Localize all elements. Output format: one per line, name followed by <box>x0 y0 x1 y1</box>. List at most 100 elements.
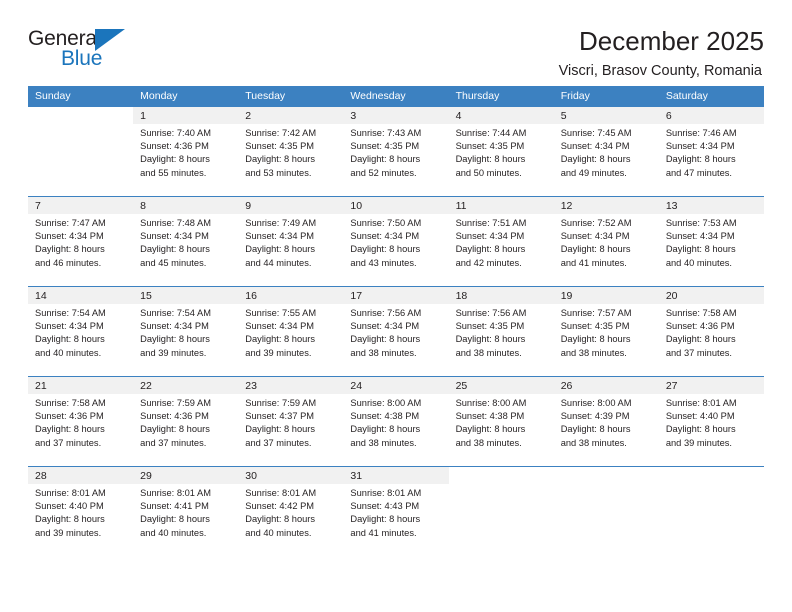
sunset-text: Sunset: 4:34 PM <box>35 321 104 332</box>
daylight-text-line1: Daylight: 8 hours <box>140 334 210 345</box>
sunrise-text: Sunrise: 8:00 AM <box>560 398 632 408</box>
calendar-day-cell[interactable]: 4 Sunrise: 7:44 AM Sunset: 4:35 PM Daylight… <box>448 106 554 197</box>
daylight-text-line1: Daylight: 8 hours <box>245 514 316 525</box>
calendar-day-cell[interactable]: 18 Sunrise: 7:56 AM Sunset: 4:35 PM Dayligh… <box>448 286 554 377</box>
day-details: Sunrise: 7:51 AM Sunset: 4:34 PM Daylight:… <box>449 214 554 270</box>
calendar-day-cell[interactable]: 20 Sunrise: 7:58 AM Sunset: 4:36 PM Dayligh… <box>658 286 764 377</box>
calendar-day-cell[interactable]: 30 Sunrise: 8:01 AM Sunset: 4:42 PM Dayligh… <box>238 466 344 557</box>
day-number: 6 <box>658 107 764 124</box>
calendar-day-cell[interactable]: 2 Sunrise: 7:42 AM Sunset: 4:35 PM Daylight… <box>238 106 344 197</box>
daylight-text-line1: Daylight: 8 hours <box>140 154 210 165</box>
weekday-header-wednesday: Wednesday <box>343 86 449 107</box>
daylight-text-line1: Daylight: 8 hours <box>350 244 421 255</box>
calendar-day-cell[interactable]: 16 Sunrise: 7:55 AM Sunset: 4:34 PM Dayligh… <box>238 286 344 377</box>
daylight-text-line2: and 37 minutes. <box>35 437 102 448</box>
sunset-text: Sunset: 4:34 PM <box>455 231 525 242</box>
calendar-day-cell[interactable]: 5 Sunrise: 7:45 AM Sunset: 4:34 PM Daylight… <box>553 106 659 197</box>
sunrise-text: Sunrise: 7:54 AM <box>140 308 211 318</box>
day-number: 8 <box>133 197 239 214</box>
calendar-body: 1 Sunrise: 7:40 AM Sunset: 4:36 PM Daylight… <box>28 106 764 557</box>
sunset-text: Sunset: 4:35 PM <box>245 141 315 152</box>
daylight-text-line2: and 44 minutes. <box>245 257 312 268</box>
day-details: Sunrise: 7:43 AM Sunset: 4:35 PM Daylight:… <box>343 124 448 180</box>
daylight-text-line2: and 39 minutes. <box>140 347 207 358</box>
sunrise-text: Sunrise: 7:46 AM <box>665 128 737 138</box>
daylight-text-line1: Daylight: 8 hours <box>35 514 105 525</box>
sunset-text: Sunset: 4:34 PM <box>140 321 209 332</box>
day-details: Sunrise: 7:54 AM Sunset: 4:34 PM Daylight:… <box>133 304 238 360</box>
daylight-text-line1: Daylight: 8 hours <box>560 424 631 435</box>
calendar-day-cell[interactable]: 14 Sunrise: 7:54 AM Sunset: 4:34 PM Dayligh… <box>28 286 134 377</box>
calendar-day-cell[interactable]: 8 Sunrise: 7:48 AM Sunset: 4:34 PM Daylight… <box>133 196 239 287</box>
sunset-text: Sunset: 4:34 PM <box>560 231 630 242</box>
daylight-text-line2: and 41 minutes. <box>350 527 417 538</box>
sunrise-text: Sunrise: 7:58 AM <box>665 308 737 318</box>
daylight-text-line1: Daylight: 8 hours <box>140 514 210 525</box>
sunset-text: Sunset: 4:34 PM <box>140 231 209 242</box>
calendar-day-cell[interactable]: 28 Sunrise: 8:01 AM Sunset: 4:40 PM Dayligh… <box>28 466 134 557</box>
general-blue-logo[interactable]: General Blue <box>28 26 148 76</box>
calendar-day-cell[interactable]: 12 Sunrise: 7:52 AM Sunset: 4:34 PM Dayligh… <box>553 196 659 287</box>
sunrise-text: Sunrise: 7:59 AM <box>140 398 211 408</box>
calendar-day-cell[interactable]: 31 Sunrise: 8:01 AM Sunset: 4:43 PM Dayligh… <box>343 466 449 557</box>
daylight-text-line1: Daylight: 8 hours <box>560 334 631 345</box>
calendar-week-row: 21 Sunrise: 7:58 AM Sunset: 4:36 PM Dayligh… <box>28 376 764 467</box>
calendar-day-cell[interactable]: 9 Sunrise: 7:49 AM Sunset: 4:34 PM Daylight… <box>238 196 344 287</box>
calendar-day-cell[interactable]: 26 Sunrise: 8:00 AM Sunset: 4:39 PM Dayligh… <box>553 376 659 467</box>
weekday-header-tuesday: Tuesday <box>238 86 344 107</box>
day-details: Sunrise: 7:58 AM Sunset: 4:36 PM Daylight:… <box>659 304 764 360</box>
calendar-day-cell[interactable]: 22 Sunrise: 7:59 AM Sunset: 4:36 PM Dayligh… <box>133 376 239 467</box>
sunrise-text: Sunrise: 8:01 AM <box>245 488 317 498</box>
calendar-day-cell[interactable]: 25 Sunrise: 8:00 AM Sunset: 4:38 PM Dayligh… <box>448 376 554 467</box>
calendar-day-cell[interactable]: 3 Sunrise: 7:43 AM Sunset: 4:35 PM Daylight… <box>343 106 449 197</box>
calendar-day-cell[interactable]: 1 Sunrise: 7:40 AM Sunset: 4:36 PM Daylight… <box>133 106 239 197</box>
daylight-text-line2: and 38 minutes. <box>560 347 627 358</box>
sunset-text: Sunset: 4:36 PM <box>665 321 735 332</box>
calendar-day-cell[interactable]: 6 Sunrise: 7:46 AM Sunset: 4:34 PM Daylight… <box>658 106 764 197</box>
sunrise-text: Sunrise: 8:01 AM <box>35 488 106 498</box>
calendar-day-cell[interactable]: 29 Sunrise: 8:01 AM Sunset: 4:41 PM Dayligh… <box>133 466 239 557</box>
daylight-text-line2: and 50 minutes. <box>455 167 522 178</box>
sunset-text: Sunset: 4:41 PM <box>140 501 209 512</box>
sunrise-text: Sunrise: 7:59 AM <box>245 398 317 408</box>
day-details: Sunrise: 7:50 AM Sunset: 4:34 PM Daylight:… <box>343 214 448 270</box>
calendar-day-cell[interactable]: 17 Sunrise: 7:56 AM Sunset: 4:34 PM Dayligh… <box>343 286 449 377</box>
calendar-day-cell[interactable]: 27 Sunrise: 8:01 AM Sunset: 4:40 PM Dayligh… <box>658 376 764 467</box>
daylight-text-line2: and 52 minutes. <box>350 167 417 178</box>
calendar-week-row: 28 Sunrise: 8:01 AM Sunset: 4:40 PM Dayligh… <box>28 466 764 557</box>
daylight-text-line2: and 40 minutes. <box>245 527 312 538</box>
day-number: 14 <box>28 287 134 304</box>
sunset-text: Sunset: 4:37 PM <box>245 411 315 422</box>
daylight-text-line1: Daylight: 8 hours <box>665 244 736 255</box>
daylight-text-line2: and 38 minutes. <box>455 437 522 448</box>
day-details: Sunrise: 7:58 AM Sunset: 4:36 PM Daylight:… <box>28 394 133 450</box>
day-number: 28 <box>28 467 134 484</box>
calendar-day-cell[interactable]: 23 Sunrise: 7:59 AM Sunset: 4:37 PM Dayligh… <box>238 376 344 467</box>
day-details: Sunrise: 8:01 AM Sunset: 4:43 PM Daylight:… <box>343 484 448 540</box>
calendar-day-cell[interactable]: 10 Sunrise: 7:50 AM Sunset: 4:34 PM Dayligh… <box>343 196 449 287</box>
calendar-day-cell[interactable]: 15 Sunrise: 7:54 AM Sunset: 4:34 PM Dayligh… <box>133 286 239 377</box>
calendar-day-cell[interactable]: 11 Sunrise: 7:51 AM Sunset: 4:34 PM Dayligh… <box>448 196 554 287</box>
calendar-day-cell[interactable]: 7 Sunrise: 7:47 AM Sunset: 4:34 PM Daylight… <box>28 196 134 287</box>
daylight-text-line2: and 40 minutes. <box>665 257 732 268</box>
day-details: Sunrise: 7:49 AM Sunset: 4:34 PM Daylight:… <box>238 214 343 270</box>
day-details: Sunrise: 7:46 AM Sunset: 4:34 PM Daylight:… <box>659 124 764 180</box>
calendar-day-cell[interactable]: 21 Sunrise: 7:58 AM Sunset: 4:36 PM Dayligh… <box>28 376 134 467</box>
calendar-day-cell[interactable]: 19 Sunrise: 7:57 AM Sunset: 4:35 PM Dayligh… <box>553 286 659 377</box>
day-details: Sunrise: 8:00 AM Sunset: 4:38 PM Daylight:… <box>343 394 448 450</box>
sunrise-text: Sunrise: 7:40 AM <box>140 128 211 138</box>
calendar-day-cell[interactable]: 13 Sunrise: 7:53 AM Sunset: 4:34 PM Dayligh… <box>658 196 764 287</box>
calendar-header-row: Sunday Monday Tuesday Wednesday Thursday… <box>28 86 764 107</box>
day-details: Sunrise: 8:01 AM Sunset: 4:40 PM Daylight:… <box>28 484 133 540</box>
daylight-text-line2: and 38 minutes. <box>560 437 627 448</box>
calendar-day-cell[interactable]: 24 Sunrise: 8:00 AM Sunset: 4:38 PM Dayligh… <box>343 376 449 467</box>
sunset-text: Sunset: 4:34 PM <box>560 141 630 152</box>
day-details: Sunrise: 7:56 AM Sunset: 4:35 PM Daylight:… <box>449 304 554 360</box>
day-number: 7 <box>28 197 134 214</box>
sunrise-text: Sunrise: 7:42 AM <box>245 128 317 138</box>
sunset-text: Sunset: 4:42 PM <box>245 501 315 512</box>
day-number: 27 <box>658 377 764 394</box>
daylight-text-line2: and 37 minutes. <box>140 437 207 448</box>
sunrise-text: Sunrise: 7:47 AM <box>35 218 106 228</box>
sunrise-text: Sunrise: 8:00 AM <box>455 398 527 408</box>
